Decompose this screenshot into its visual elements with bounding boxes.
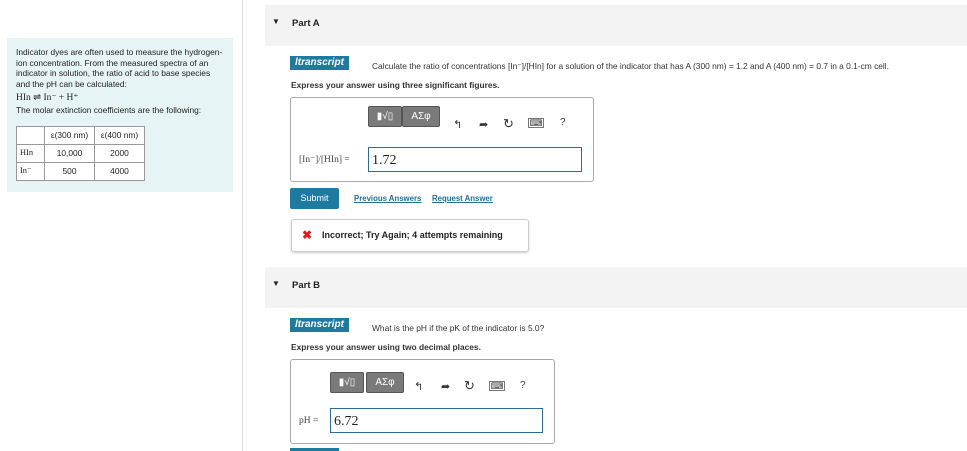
incorrect-x-icon: ✖ (302, 228, 313, 242)
table-cell: 2000 (94, 144, 145, 163)
part-b-answer-label: pH = (299, 416, 319, 426)
keyboard-icon[interactable]: ⌨ (528, 118, 544, 128)
undo-icon[interactable]: ↰ (453, 118, 462, 131)
part-a-answer-box: ▮√▯ ΑΣφ ↰ ➦ ↻ ⌨ ? [In⁻]/[HIn] = 1.72 (290, 97, 594, 182)
coefficients-intro: The molar extinction coefficients are th… (16, 105, 202, 115)
collapse-triangle-icon[interactable]: ▼ (272, 17, 280, 26)
table-row: HIn 10,000 2000 (16, 144, 145, 163)
templates-button[interactable]: ▮√▯ (368, 106, 402, 127)
transcript-badge[interactable]: ltranscript (290, 56, 349, 70)
table-header: ε(300 nm) (44, 126, 95, 145)
part-b-question: What is the pH if the pK of the indicato… (372, 323, 545, 333)
part-a-label: Part A (292, 18, 320, 29)
templates-button[interactable]: ▮√▯ (330, 372, 364, 393)
problem-panel: Indicator dyes are often used to measure… (7, 38, 233, 192)
feedback-text: Incorrect; Try Again; 4 attempts remaini… (322, 230, 503, 240)
redo-icon[interactable]: ➦ (441, 380, 450, 393)
reset-icon[interactable]: ↻ (464, 378, 475, 394)
problem-intro: Indicator dyes are often used to measure… (16, 47, 223, 89)
part-a-answer-input[interactable]: 1.72 (368, 147, 582, 172)
table-row: In⁻ 500 4000 (16, 162, 145, 181)
part-a-instruction: Express your answer using three signific… (291, 80, 500, 90)
table-header (16, 126, 45, 145)
greek-symbols-button[interactable]: ΑΣφ (402, 106, 440, 127)
part-b-instruction: Express your answer using two decimal pl… (291, 342, 481, 352)
greek-symbols-button[interactable]: ΑΣφ (366, 372, 404, 393)
help-icon[interactable]: ? (560, 117, 566, 128)
part-a-question: Calculate the ratio of concentrations [I… (372, 61, 889, 71)
part-b-answer-box: ▮√▯ ΑΣφ ↰ ➦ ↻ ⌨ ? pH = 6.72 (290, 359, 555, 444)
collapse-triangle-icon[interactable]: ▼ (272, 279, 280, 288)
previous-answers-link[interactable]: Previous Answers (354, 194, 421, 203)
keyboard-icon[interactable]: ⌨ (489, 381, 505, 391)
reset-icon[interactable]: ↻ (503, 116, 514, 132)
part-a-header[interactable]: ▼ Part A (265, 5, 967, 46)
table-cell: 10,000 (44, 144, 95, 163)
part-b-header[interactable]: ▼ Part B (265, 267, 967, 308)
table-header: ε(400 nm) (94, 126, 145, 145)
equilibrium-equation: HIn ⇌ In⁻ + H⁺ (16, 93, 79, 103)
help-icon[interactable]: ? (520, 380, 526, 391)
extinction-table: ε(300 nm) ε(400 nm) HIn 10,000 2000 In⁻ … (16, 126, 145, 181)
table-header-row: ε(300 nm) ε(400 nm) (16, 126, 145, 145)
redo-icon[interactable]: ➦ (479, 118, 488, 131)
transcript-badge[interactable]: ltranscript (290, 318, 349, 332)
table-cell: 4000 (94, 162, 145, 181)
part-b-label: Part B (292, 280, 320, 291)
feedback-box: ✖ Incorrect; Try Again; 4 attempts remai… (291, 219, 529, 252)
undo-icon[interactable]: ↰ (414, 380, 423, 393)
table-cell: In⁻ (16, 162, 45, 181)
part-a-answer-label: [In⁻]/[HIn] = (299, 155, 350, 165)
submit-button[interactable]: Submit (290, 188, 339, 209)
table-cell: 500 (44, 162, 95, 181)
column-divider (242, 0, 243, 451)
request-answer-link[interactable]: Request Answer (432, 194, 493, 203)
part-b-answer-input[interactable]: 6.72 (330, 408, 543, 433)
table-cell: HIn (16, 144, 45, 163)
